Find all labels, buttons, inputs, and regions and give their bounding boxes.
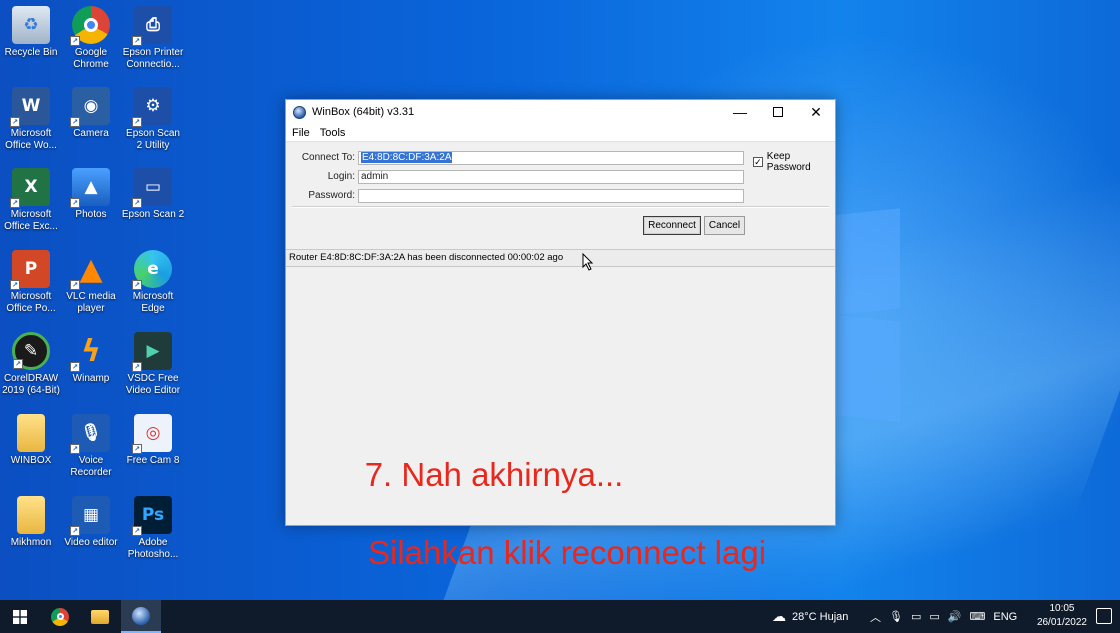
desktop-icon-chrome[interactable]: ↗ Google Chrome: [60, 6, 122, 71]
form-separator: [292, 206, 829, 208]
start-button[interactable]: [0, 600, 40, 633]
battery-icon[interactable]: ▭: [929, 610, 939, 623]
annotation-line-1: 7. Nah akhirnya...: [364, 456, 624, 493]
clock-time: 10:05: [1049, 603, 1075, 614]
system-tray: ︿ 🎙 ▭ ▭ 🔊 ⌨ ENG: [870, 600, 1017, 633]
keep-password-checkbox[interactable]: ✓: [753, 157, 763, 167]
weather-widget[interactable]: ☁ 28°C Hujan: [772, 600, 848, 633]
connect-to-field[interactable]: E4:8D:8C:DF:3A:2A: [358, 151, 744, 165]
password-field[interactable]: [358, 189, 744, 203]
folder-icon: [17, 414, 45, 452]
maximize-button[interactable]: [759, 100, 797, 124]
desktop-icon-free-cam[interactable]: ◎ ↗ Free Cam 8: [122, 414, 184, 467]
epson-printer-icon: ⎙ ↗: [132, 6, 172, 46]
chevron-up-icon[interactable]: ︿: [870, 609, 881, 625]
windows-start-icon: [13, 609, 27, 624]
epson-scan-icon: ▭ ↗: [132, 168, 172, 208]
microphone-icon[interactable]: 🎙: [889, 610, 903, 623]
close-icon: ✕: [810, 103, 822, 120]
free-cam-icon: ◎ ↗: [132, 414, 172, 454]
keep-password-option[interactable]: ✓ Keep Password: [753, 151, 835, 173]
cloud-rain-icon: ☁: [772, 608, 786, 624]
close-button[interactable]: ✕: [797, 100, 835, 124]
taskbar-chrome[interactable]: [40, 600, 80, 633]
winbox-window: WinBox (64bit) v3.31 — ✕ File Tools Conn…: [285, 99, 836, 571]
maximize-icon: [773, 107, 783, 117]
powerpoint-icon: P ↗: [10, 250, 50, 290]
login-field[interactable]: admin: [358, 170, 744, 184]
keyboard-icon[interactable]: ⌨: [969, 610, 985, 623]
recycle-bin-icon: ♻: [12, 6, 50, 44]
annotation-line-2: Silahkan klik reconnect lagi: [368, 534, 767, 571]
photos-icon: ▲ ↗: [70, 168, 110, 208]
desktop-icon-winbox-folder[interactable]: WINBOX: [0, 414, 62, 467]
status-bar: Router E4:8D:8C:DF:3A:2A has been discon…: [286, 249, 835, 267]
coreldraw-icon: ✎ ↗: [12, 332, 50, 370]
clock-date: 26/01/2022: [1036, 617, 1087, 628]
window-titlebar[interactable]: WinBox (64bit) v3.31 — ✕: [286, 100, 835, 124]
desktop-icon-vsdc[interactable]: ▶ ↗ VSDC Free Video Editor: [122, 332, 184, 397]
desktop-icon-edge[interactable]: e ↗ Microsoft Edge: [122, 250, 184, 315]
desktop-icon-vlc[interactable]: ▲ ↗ VLC media player: [60, 250, 122, 315]
desktop-icon-camera[interactable]: ◉ ↗ Camera: [60, 87, 122, 140]
winbox-app-icon: [132, 606, 150, 625]
desktop-icon-powerpoint[interactable]: P ↗ Microsoft Office Po...: [0, 250, 62, 315]
desktop-icon-voice-recorder[interactable]: 🎙 ↗ Voice Recorder: [60, 414, 122, 479]
reconnect-button[interactable]: Reconnect: [643, 216, 701, 235]
winamp-icon: ϟ ↗: [70, 332, 110, 372]
language-indicator[interactable]: ENG: [993, 611, 1017, 623]
minimize-button[interactable]: —: [721, 100, 759, 124]
photoshop-icon: Ps ↗: [132, 496, 172, 536]
weather-text: 28°C Hujan: [792, 610, 849, 623]
epson-scan-utility-icon: ⚙ ↗: [132, 87, 172, 127]
desktop-icon-video-editor[interactable]: ▦ ↗ Video editor: [60, 496, 122, 549]
cancel-button[interactable]: Cancel: [704, 216, 745, 235]
keep-password-label: Keep Password: [766, 151, 811, 173]
desktop-icon-mikhmon-folder[interactable]: Mikhmon: [0, 496, 62, 549]
chrome-icon: [51, 607, 69, 626]
menu-file[interactable]: File: [292, 127, 310, 139]
desktop-icon-word[interactable]: W ↗ Microsoft Office Wo...: [0, 87, 62, 152]
word-icon: W ↗: [10, 87, 50, 127]
winbox-app-icon: [293, 105, 306, 119]
mouse-cursor-icon: [582, 253, 594, 271]
desktop-icon-epson-scan-utility[interactable]: ⚙ ↗ Epson Scan 2 Utility: [122, 87, 184, 152]
vlc-icon: ▲ ↗: [70, 250, 110, 290]
desktop-icon-recycle-bin[interactable]: ♻ Recycle Bin: [0, 6, 62, 59]
desktop-icon-excel[interactable]: X ↗ Microsoft Office Exc...: [0, 168, 62, 233]
minimize-icon: —: [733, 104, 747, 120]
chrome-icon: ↗: [70, 6, 110, 46]
connect-to-label: Connect To:: [301, 152, 355, 163]
camera-icon: ◉ ↗: [70, 87, 110, 127]
desktop-icon-epson-printer[interactable]: ⎙ ↗ Epson Printer Connectio...: [122, 6, 184, 71]
voice-recorder-icon: 🎙 ↗: [70, 414, 110, 454]
vsdc-icon: ▶ ↗: [132, 332, 172, 372]
login-form: Connect To: E4:8D:8C:DF:3A:2A Login: adm…: [286, 142, 835, 252]
desktop-icon-photoshop[interactable]: Ps ↗ Adobe Photosho...: [122, 496, 184, 561]
excel-icon: X ↗: [10, 168, 50, 208]
connect-to-value: E4:8D:8C:DF:3A:2A: [361, 152, 453, 163]
taskbar-file-explorer[interactable]: [80, 600, 120, 633]
menu-tools[interactable]: Tools: [320, 127, 346, 139]
notification-center-icon[interactable]: [1096, 608, 1112, 624]
login-label: Login:: [327, 171, 355, 182]
desktop-icon-winamp[interactable]: ϟ ↗ Winamp: [60, 332, 122, 385]
window-title: WinBox (64bit) v3.31: [312, 106, 415, 118]
desktop-icon-photos[interactable]: ▲ ↗ Photos: [60, 168, 122, 221]
taskbar-clock[interactable]: 10:05 26/01/2022: [1037, 602, 1087, 630]
video-editor-icon: ▦ ↗: [70, 496, 110, 536]
desktop-icon-epson-scan[interactable]: ▭ ↗ Epson Scan 2: [122, 168, 184, 221]
edge-icon: e ↗: [132, 250, 172, 290]
password-label: Password:: [308, 190, 355, 201]
taskbar-winbox[interactable]: [121, 600, 161, 633]
folder-icon: [91, 609, 109, 624]
desktop-icon-coreldraw[interactable]: ✎ ↗ CorelDRAW 2019 (64-Bit): [0, 332, 62, 397]
volume-icon[interactable]: 🔊: [948, 610, 962, 623]
folder-icon: [17, 496, 45, 534]
meet-now-icon[interactable]: ▭: [911, 610, 921, 623]
menu-bar: File Tools: [286, 124, 835, 142]
taskbar: ☁ 28°C Hujan ︿ 🎙 ▭ ▭ 🔊 ⌨ ENG 10:05 26/01…: [0, 600, 1120, 633]
